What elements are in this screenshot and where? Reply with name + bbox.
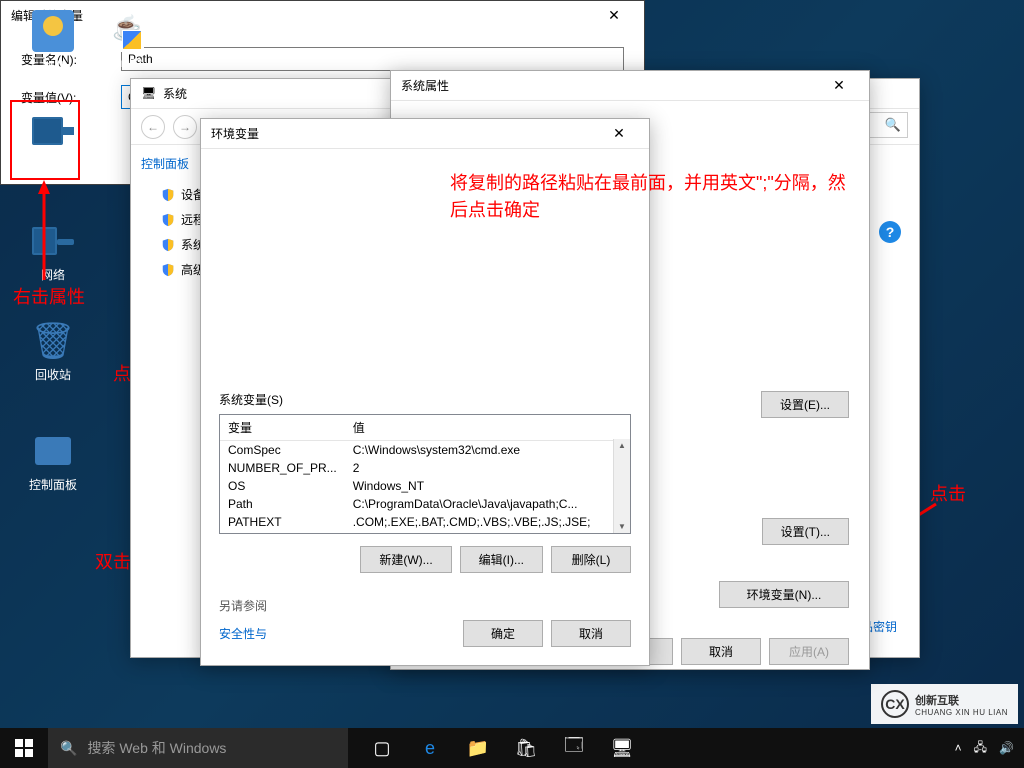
system-tray[interactable]: ˄ 🖧 🔊: [955, 728, 1024, 768]
settings-t-button[interactable]: 设置(T)...: [762, 518, 849, 545]
watermark-brand: 创新互联: [915, 692, 1008, 708]
desktop-icon-sun[interactable]: Sun: [18, 10, 88, 70]
sun-icon: [32, 10, 74, 52]
nav-forward-button[interactable]: →: [173, 115, 197, 139]
task-view-button[interactable]: ▢: [358, 728, 406, 768]
table-row[interactable]: ComSpecC:\Windows\system32\cmd.exe: [220, 441, 630, 460]
envvars-cancel-button[interactable]: 取消: [551, 620, 631, 647]
shield-icon: [161, 213, 175, 227]
sysprops-cancel-button[interactable]: 取消: [681, 638, 761, 665]
envvars-titlebar[interactable]: 环境变量 ✕: [201, 119, 649, 149]
desktop-icon-this-pc[interactable]: 此电脑: [18, 110, 88, 173]
watermark: CX 创新互联 CHUANG XIN HU LIAN: [871, 684, 1018, 724]
icon-label: 控制面板: [18, 476, 88, 493]
annotation-click2: 点击: [930, 480, 966, 506]
taskbar: 🔍 搜索 Web 和 Windows ▢ e 📁 🛍 🗔 🖥 ˄ 🖧 🔊: [0, 728, 1024, 768]
java-installer-icon: [102, 10, 144, 52]
table-row[interactable]: OSWindows_NT: [220, 477, 630, 495]
tray-network-icon[interactable]: 🖧: [974, 738, 987, 759]
store-icon[interactable]: 🛍: [502, 728, 550, 768]
search-icon: 🔍: [60, 740, 77, 757]
explorer-icon[interactable]: 📁: [454, 728, 502, 768]
shield-icon: [161, 263, 175, 277]
windows-icon: [15, 739, 33, 757]
system-vars-table[interactable]: 变量 值 ComSpecC:\Windows\system32\cmd.exe …: [219, 414, 631, 534]
dialog-title: 环境变量: [211, 125, 259, 142]
col-value[interactable]: 值: [345, 415, 630, 441]
dialog-title: 系统属性: [401, 77, 449, 94]
shield-icon: [161, 238, 175, 252]
window-title: 系统: [163, 85, 187, 102]
app2-icon[interactable]: 🖥: [598, 728, 646, 768]
system-icon: 🖥: [141, 86, 157, 102]
shield-icon: [161, 188, 175, 202]
var-name-input[interactable]: [121, 47, 624, 71]
search-placeholder: 搜索 Web 和 Windows: [87, 738, 226, 758]
sysprops-apply-button[interactable]: 应用(A): [769, 638, 849, 665]
icon-label: Sun: [18, 56, 88, 70]
table-row[interactable]: PATHEXT.COM;.EXE;.BAT;.CMD;.VBS;.VBE;.JS…: [220, 513, 630, 531]
table-row[interactable]: PathC:\ProgramData\Oracle\Java\javapath;…: [220, 495, 630, 513]
network-icon: [32, 220, 74, 262]
control-panel-icon: [32, 430, 74, 472]
desktop-icon-recycle[interactable]: 回收站: [18, 320, 88, 383]
recycle-bin-icon: [32, 320, 74, 362]
var-value-label: 变量值(V):: [21, 89, 101, 106]
taskbar-search[interactable]: 🔍 搜索 Web 和 Windows: [48, 728, 348, 768]
edit-var-button[interactable]: 编辑(I)...: [460, 546, 543, 573]
nav-back-button[interactable]: ←: [141, 115, 165, 139]
settings-e-button[interactable]: 设置(E)...: [761, 391, 849, 418]
env-vars-button[interactable]: 环境变量(N)...: [719, 581, 849, 608]
icon-label: 回收站: [18, 366, 88, 383]
edge-icon[interactable]: e: [406, 728, 454, 768]
table-row[interactable]: NUMBER_OF_PR...2: [220, 459, 630, 477]
icon-label: 网络: [18, 266, 88, 283]
annotation-right-click: 右击属性: [13, 283, 85, 309]
desktop-icon-control-panel[interactable]: 控制面板: [18, 430, 88, 493]
col-variable[interactable]: 变量: [220, 415, 345, 441]
desktop-icon-network[interactable]: 网络: [18, 220, 88, 283]
pc-icon: [32, 110, 74, 152]
start-button[interactable]: [0, 728, 48, 768]
scrollbar[interactable]: [613, 439, 630, 533]
tray-volume-icon[interactable]: 🔊: [999, 741, 1014, 755]
new-var-button[interactable]: 新建(W)...: [360, 546, 451, 573]
icon-label: jdk-8u152-...: [88, 56, 158, 70]
close-button[interactable]: ✕: [819, 77, 859, 94]
help-icon[interactable]: ?: [879, 221, 901, 243]
tray-chevron-icon[interactable]: ˄: [955, 741, 962, 755]
search-icon: 🔍: [885, 117, 901, 133]
see-also-label: 另请参阅: [219, 597, 631, 614]
env-vars-dialog: 环境变量 ✕ 系统变量(S) 变量 值 ComSpecC:\Windows\sy…: [200, 118, 650, 666]
delete-var-button[interactable]: 删除(L): [551, 546, 631, 573]
app-icon[interactable]: 🗔: [550, 728, 598, 768]
close-button[interactable]: ✕: [594, 7, 634, 24]
envvars-ok-button[interactable]: 确定: [463, 620, 543, 647]
desktop-icon-jdk[interactable]: jdk-8u152-...: [88, 10, 158, 70]
watermark-sub: CHUANG XIN HU LIAN: [915, 708, 1008, 717]
close-button[interactable]: ✕: [599, 125, 639, 142]
sysprops-titlebar[interactable]: 系统属性 ✕: [391, 71, 869, 101]
system-vars-label: 系统变量(S): [219, 391, 631, 408]
watermark-logo-icon: CX: [881, 690, 909, 718]
icon-label: 此电脑: [18, 156, 88, 173]
